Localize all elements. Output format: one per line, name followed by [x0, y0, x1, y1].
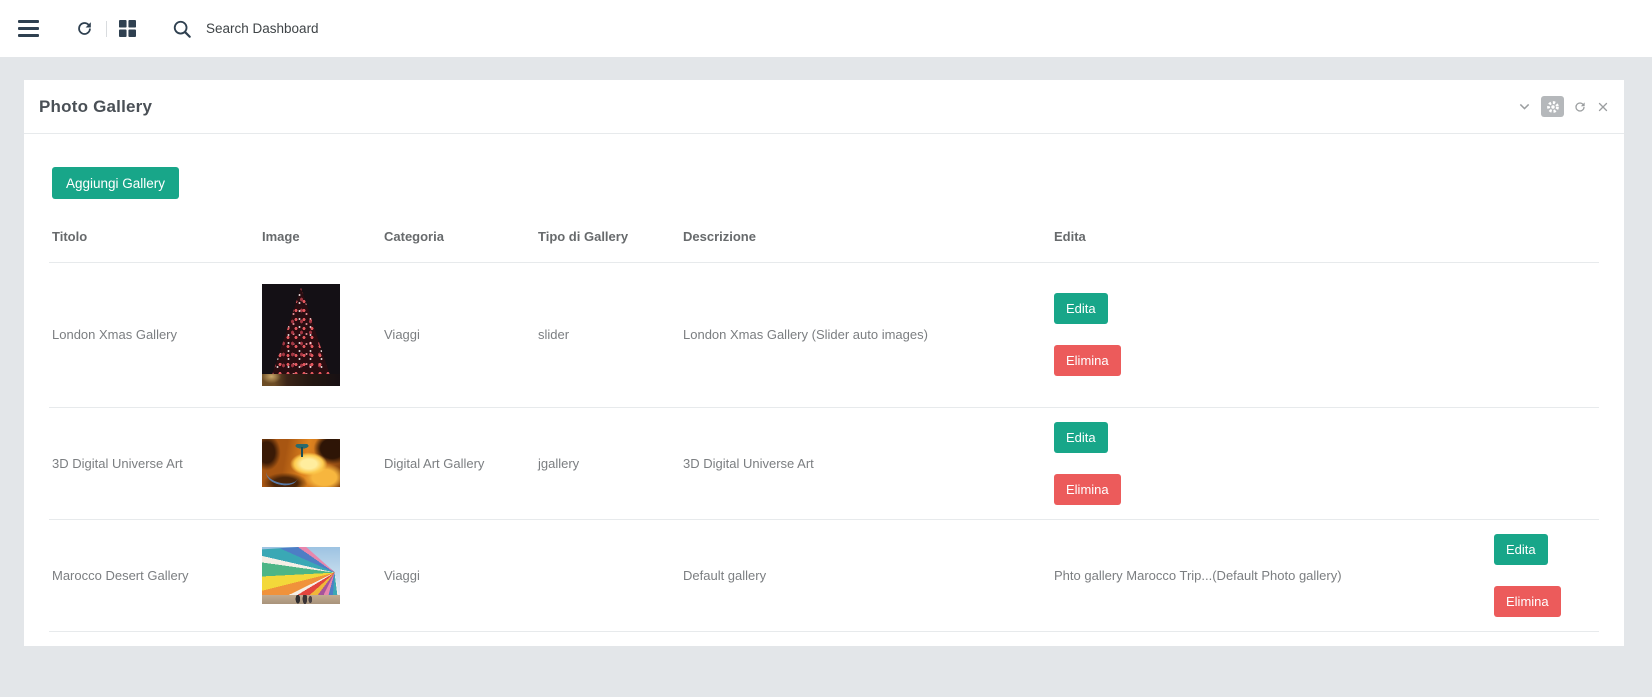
panel-header: Photo Gallery [24, 80, 1624, 134]
cell-descrizione: Default gallery [680, 519, 1051, 631]
panel-body: Aggiungi Gallery Titolo Image Categoria … [24, 134, 1624, 645]
photo-gallery-panel: Photo Gallery [24, 80, 1624, 646]
cell-descrizione: London Xmas Gallery (Slider auto images) [680, 262, 1051, 407]
cell-titolo: 3D Digital Universe Art [49, 407, 259, 519]
cell-tipo [535, 519, 680, 631]
elimina-button[interactable]: Elimina [1054, 345, 1121, 376]
cell-tipo: jgallery [535, 407, 680, 519]
panel-tools [1517, 96, 1610, 117]
edita-button[interactable]: Edita [1494, 534, 1548, 565]
cell-titolo: London Xmas Gallery [49, 262, 259, 407]
column-header-descrizione: Descrizione [680, 212, 1051, 262]
panel-title: Photo Gallery [39, 97, 152, 117]
cell-categoria: Viaggi [381, 262, 535, 407]
dashboard-page: Photo Gallery [0, 0, 1652, 697]
hamburger-menu-button[interactable] [18, 16, 39, 41]
column-header-categoria: Categoria [381, 212, 535, 262]
cell-image [259, 407, 381, 519]
refresh-icon[interactable] [1573, 100, 1587, 114]
elimina-button[interactable]: Elimina [1494, 586, 1561, 617]
cell-image [259, 519, 381, 631]
table-row: Marocco Desert Gallery Viaggi Default ga… [49, 519, 1599, 631]
topbar [0, 0, 1652, 57]
cell-descrizione: 3D Digital Universe Art [680, 407, 1051, 519]
table-row: 3D Digital Universe Art Digital Art Gall… [49, 407, 1599, 519]
cell-actions: Edita Elimina [1491, 519, 1599, 631]
edita-button[interactable]: Edita [1054, 422, 1108, 453]
edita-button[interactable]: Edita [1054, 293, 1108, 324]
chevron-down-icon[interactable] [1517, 99, 1532, 114]
search-input[interactable] [206, 21, 526, 36]
cell-actions: Edita Elimina [1051, 262, 1599, 407]
table-row: London Xmas Gallery Viaggi slider London… [49, 262, 1599, 407]
search-icon [172, 19, 192, 39]
cell-descrizione-extra: Phto gallery Marocco Trip...(Default Pho… [1051, 519, 1491, 631]
cell-actions: Edita Elimina [1051, 407, 1599, 519]
column-header-image: Image [259, 212, 381, 262]
table-header-row: Titolo Image Categoria Tipo di Gallery D… [49, 212, 1599, 262]
cell-categoria: Viaggi [381, 519, 535, 631]
elimina-button[interactable]: Elimina [1054, 474, 1121, 505]
grid-icon[interactable] [119, 20, 136, 37]
column-header-edita: Edita [1051, 212, 1599, 262]
gallery-thumbnail-christmas-tree [262, 284, 340, 386]
gallery-table: Titolo Image Categoria Tipo di Gallery D… [49, 212, 1599, 632]
column-header-titolo: Titolo [49, 212, 259, 262]
aggiungi-gallery-button[interactable]: Aggiungi Gallery [52, 167, 179, 199]
gallery-thumbnail-rainbow-mural [262, 547, 340, 604]
cell-image [259, 262, 381, 407]
topbar-divider [106, 21, 107, 37]
cell-categoria: Digital Art Gallery [381, 407, 535, 519]
gear-icon[interactable] [1541, 96, 1564, 117]
cell-titolo: Marocco Desert Gallery [49, 519, 259, 631]
column-header-tipo-di-gallery: Tipo di Gallery [535, 212, 680, 262]
close-icon[interactable] [1596, 100, 1610, 114]
refresh-icon[interactable] [75, 19, 94, 38]
cell-tipo: slider [535, 262, 680, 407]
gallery-thumbnail-digital-art [262, 439, 340, 487]
